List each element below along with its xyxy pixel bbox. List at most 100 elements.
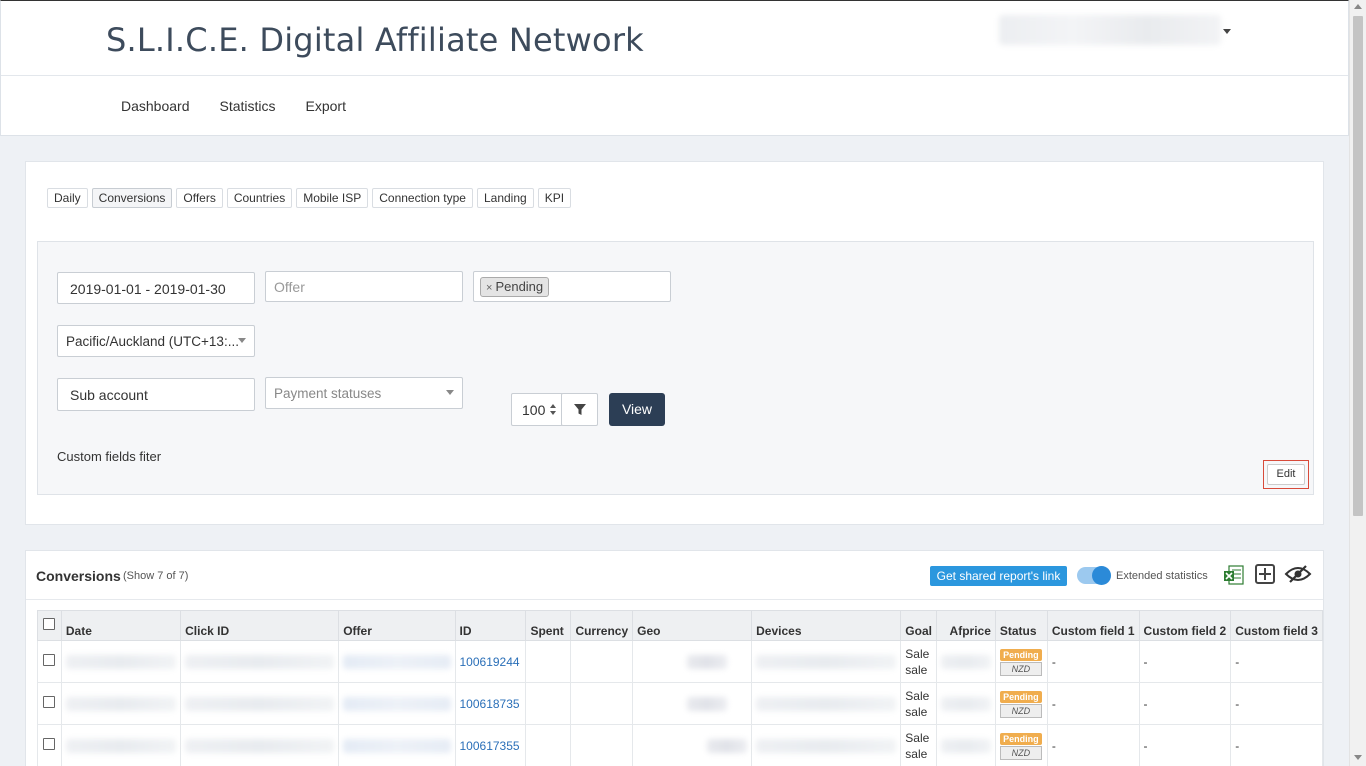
goal-type: sale <box>905 704 928 719</box>
blurred-value <box>940 738 991 753</box>
report-tabs: Daily Conversions Offers Countries Mobil… <box>47 188 572 208</box>
page-size-input[interactable]: 100 <box>511 393 563 426</box>
edit-highlight: Edit <box>1263 460 1309 489</box>
status-multiselect[interactable]: × Pending <box>473 271 671 302</box>
tab-landing[interactable]: Landing <box>476 188 534 208</box>
blurred-value <box>687 654 728 669</box>
scroll-thumb[interactable] <box>1353 16 1363 516</box>
blurred-value <box>756 696 897 711</box>
col-custom-field-2[interactable]: Custom field 2 <box>1138 610 1232 641</box>
timezone-value: Pacific/Auckland (UTC+13:... <box>66 334 239 349</box>
payment-status-select[interactable]: Payment statuses <box>265 377 463 409</box>
tab-daily[interactable]: Daily <box>47 188 88 208</box>
spent-cell <box>525 682 572 725</box>
goal-name: Sale <box>905 646 930 661</box>
col-custom-field-3[interactable]: Custom field 3 <box>1230 610 1323 641</box>
click-id-cell-blurred <box>180 640 340 683</box>
tab-countries[interactable]: Countries <box>226 188 293 208</box>
row-checkbox[interactable] <box>43 696 56 708</box>
conversions-divider <box>26 599 1323 600</box>
tab-offers[interactable]: Offers <box>176 188 223 208</box>
filter-button[interactable] <box>561 393 598 426</box>
offer-cell-blurred <box>338 682 456 725</box>
status-cell: Pending NZD <box>994 682 1048 725</box>
nav-divider <box>1 75 1348 76</box>
geo-cell-blurred <box>632 724 753 766</box>
toggle-knob <box>1092 566 1111 585</box>
nav-dashboard[interactable]: Dashboard <box>121 98 190 114</box>
brand-title[interactable]: S.L.I.C.E. Digital Affiliate Network <box>106 21 644 59</box>
row-checkbox[interactable] <box>43 654 56 666</box>
custom-field-1-cell: - <box>1046 682 1140 725</box>
tab-mobile-isp[interactable]: Mobile ISP <box>296 188 369 208</box>
col-id[interactable]: ID <box>454 610 527 641</box>
table-header-row: Date Click ID Offer ID Spent Currency Ge… <box>37 610 1323 641</box>
col-custom-field-1[interactable]: Custom field 1 <box>1046 610 1140 641</box>
col-date[interactable]: Date <box>60 610 182 641</box>
col-status[interactable]: Status <box>994 610 1048 641</box>
view-button[interactable]: View <box>609 393 665 426</box>
tab-kpi[interactable]: KPI <box>537 188 572 208</box>
currency-cell <box>570 640 634 683</box>
date-cell-blurred <box>60 640 182 683</box>
goal-name: Sale <box>905 688 930 703</box>
blurred-value <box>756 654 897 669</box>
status-chip: × Pending <box>480 277 550 297</box>
add-column-icon[interactable] <box>1255 564 1275 584</box>
scroll-up-icon[interactable] <box>1354 4 1362 9</box>
col-geo[interactable]: Geo <box>632 610 753 641</box>
col-afprice[interactable]: Afprice <box>935 610 996 641</box>
offer-input[interactable]: Offer <box>265 271 463 302</box>
custom-field-2-cell: - <box>1138 640 1232 683</box>
custom-field-3-cell: - <box>1230 724 1323 766</box>
row-select-cell <box>37 724 62 766</box>
col-spent[interactable]: Spent <box>525 610 572 641</box>
col-devices[interactable]: Devices <box>751 610 902 641</box>
scroll-down-icon[interactable] <box>1354 755 1362 760</box>
chip-remove-icon[interactable]: × <box>486 282 492 294</box>
row-checkbox[interactable] <box>43 738 56 750</box>
blurred-value <box>343 738 451 753</box>
goal-type: sale <box>905 662 928 677</box>
filter-icon <box>574 404 586 415</box>
select-all-checkbox[interactable] <box>43 618 56 630</box>
edit-button[interactable]: Edit <box>1267 464 1305 485</box>
devices-cell-blurred <box>751 640 902 683</box>
nav-export[interactable]: Export <box>306 98 346 114</box>
custom-field-3-cell: - <box>1230 640 1323 683</box>
afprice-cell-blurred <box>935 724 996 766</box>
currency-badge: NZD <box>999 662 1042 676</box>
col-goal[interactable]: Goal <box>900 610 937 641</box>
chevron-down-icon <box>446 390 454 395</box>
user-menu-blurred[interactable] <box>999 15 1221 45</box>
date-range-input[interactable]: 2019-01-01 - 2019-01-30 <box>57 272 255 304</box>
sub-account-input[interactable]: Sub account <box>57 378 255 411</box>
conversions-title: Conversions <box>36 568 121 584</box>
tab-conversions[interactable]: Conversions <box>91 188 173 208</box>
conversion-id-link[interactable]: 100618735 <box>460 697 520 711</box>
conversion-id-link[interactable]: 100617355 <box>460 739 520 753</box>
hide-columns-icon[interactable] <box>1284 564 1312 584</box>
tab-connection-type[interactable]: Connection type <box>372 188 473 208</box>
col-currency[interactable]: Currency <box>570 610 634 641</box>
goal-name: Sale <box>905 730 930 745</box>
currency-badge: NZD <box>999 704 1042 718</box>
col-offer[interactable]: Offer <box>338 610 456 641</box>
payment-status-placeholder: Payment statuses <box>274 386 382 401</box>
excel-export-icon[interactable] <box>1224 565 1244 586</box>
status-cell: Pending NZD <box>994 724 1048 766</box>
col-click-id[interactable]: Click ID <box>180 610 340 641</box>
timezone-select[interactable]: Pacific/Auckland (UTC+13:... <box>57 325 255 357</box>
blurred-value <box>707 738 748 753</box>
extended-stats-toggle[interactable] <box>1077 566 1111 585</box>
conversion-id-link[interactable]: 100619244 <box>460 655 520 669</box>
custom-field-3-cell: - <box>1230 682 1323 725</box>
conversions-card: Conversions (Show 7 of 7) Get shared rep… <box>25 550 1324 766</box>
shared-link-button[interactable]: Get shared report's link <box>930 566 1067 586</box>
spinner-icon[interactable] <box>550 404 558 416</box>
page-scrollbar[interactable] <box>1349 0 1366 766</box>
status-chip-label: Pending <box>495 279 544 294</box>
nav-statistics[interactable]: Statistics <box>220 98 276 114</box>
offer-cell-blurred <box>338 724 456 766</box>
user-menu-caret-icon[interactable] <box>1223 29 1231 34</box>
